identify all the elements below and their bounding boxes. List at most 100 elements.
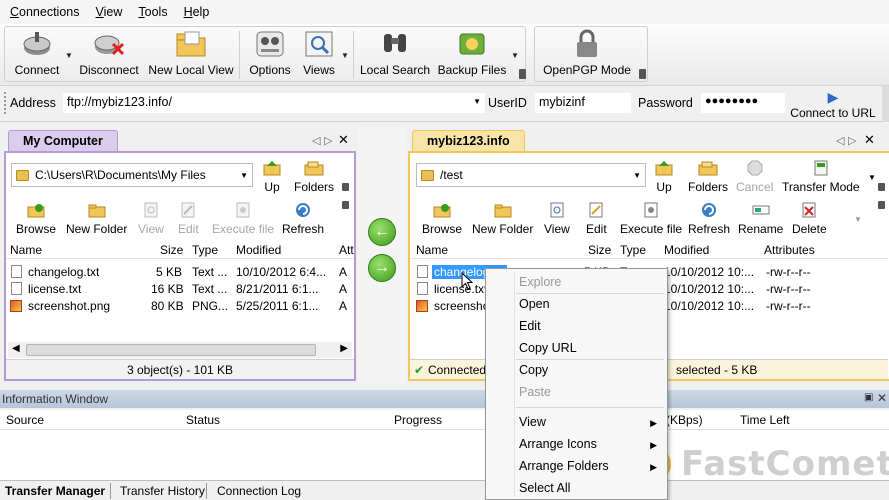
tab-prev-icon[interactable]: ◁ bbox=[312, 134, 320, 147]
download-right-arrow-icon[interactable]: → bbox=[368, 254, 396, 282]
path-dropdown-icon[interactable]: ▼ bbox=[240, 171, 248, 180]
column-time-left[interactable]: Time Left bbox=[740, 413, 790, 427]
toolbar-grip-icon[interactable] bbox=[639, 69, 646, 79]
menu-item-arrange-folders[interactable]: Arrange Folders bbox=[519, 459, 609, 473]
path-dropdown-icon[interactable]: ▼ bbox=[633, 171, 641, 180]
column-progress[interactable]: Progress bbox=[394, 413, 442, 427]
table-row[interactable]: changelog.txt 5 KB Text ... 10/10/2012 6… bbox=[6, 263, 354, 280]
address-input[interactable]: ftp://mybiz123.info/ ▼ bbox=[62, 92, 486, 114]
folders-button[interactable]: Folders bbox=[688, 159, 728, 194]
upload-left-arrow-icon[interactable]: ← bbox=[368, 218, 396, 246]
views-button[interactable]: Views bbox=[299, 27, 339, 83]
column-modified[interactable]: Modified bbox=[664, 243, 709, 257]
tab-my-computer[interactable]: My Computer bbox=[8, 130, 118, 152]
remote-path-combo[interactable]: /test ▼ bbox=[416, 163, 646, 187]
menu-tools[interactable]: Tools bbox=[138, 5, 167, 19]
local-search-button[interactable]: Local Search bbox=[359, 27, 431, 83]
column-attributes[interactable]: Att bbox=[339, 243, 354, 257]
tab-prev-icon[interactable]: ◁ bbox=[836, 134, 844, 147]
new-folder-button[interactable]: New Folder bbox=[472, 201, 533, 236]
edit-button[interactable]: Edit bbox=[586, 201, 607, 236]
tab-next-icon[interactable]: ▷ bbox=[848, 134, 856, 147]
new-folder-button[interactable]: New Folder bbox=[66, 201, 127, 236]
panel-grip-icon[interactable] bbox=[342, 183, 349, 191]
execute-file-button[interactable]: Execute file bbox=[212, 201, 274, 236]
column-name[interactable]: Name bbox=[10, 243, 42, 257]
tab-connection-log[interactable]: Connection Log bbox=[217, 484, 301, 498]
menu-item-arrange-icons[interactable]: Arrange Icons bbox=[519, 437, 597, 451]
rename-button[interactable]: Rename bbox=[738, 201, 783, 236]
menu-item-edit[interactable]: Edit bbox=[519, 319, 541, 333]
options-button[interactable]: Options bbox=[245, 27, 295, 83]
connect-button[interactable]: Connect bbox=[9, 27, 65, 83]
scroll-left-icon[interactable]: ◀ bbox=[12, 343, 20, 354]
tab-next-icon[interactable]: ▷ bbox=[324, 134, 332, 147]
delete-button[interactable]: Delete bbox=[792, 201, 827, 236]
column-type[interactable]: Type bbox=[192, 243, 218, 257]
openpgp-mode-button[interactable]: OpenPGP Mode bbox=[541, 27, 633, 83]
column-speed[interactable]: (KBps) bbox=[666, 413, 703, 427]
password-input[interactable]: ●●●●●●●● bbox=[700, 92, 786, 114]
backup-dropdown-icon[interactable]: ▼ bbox=[511, 51, 519, 60]
view-button[interactable]: View bbox=[544, 201, 570, 236]
close-icon[interactable]: ✕ bbox=[877, 391, 887, 405]
column-status[interactable]: Status bbox=[186, 413, 220, 427]
menu-item-copy[interactable]: Copy bbox=[519, 363, 548, 377]
column-attributes[interactable]: Attributes bbox=[764, 243, 815, 257]
menu-item-select-all[interactable]: Select All bbox=[519, 481, 570, 495]
browse-button[interactable]: Browse bbox=[422, 201, 462, 236]
column-size[interactable]: Size bbox=[160, 243, 183, 257]
menu-help[interactable]: Help bbox=[184, 5, 210, 19]
scroll-right-icon[interactable]: ▶ bbox=[340, 343, 348, 354]
panel-grip-icon[interactable] bbox=[342, 201, 349, 209]
tab-transfer-history[interactable]: Transfer History bbox=[120, 484, 205, 498]
text-file-icon bbox=[417, 282, 428, 295]
menu-item-copy-url[interactable]: Copy URL bbox=[519, 341, 577, 355]
menu-item-open[interactable]: Open bbox=[519, 297, 550, 311]
toolbar-dropdown-icon[interactable]: ▼ bbox=[854, 215, 862, 224]
address-dropdown-icon[interactable]: ▼ bbox=[473, 97, 481, 106]
menu-item-paste[interactable]: Paste bbox=[519, 385, 551, 399]
column-source[interactable]: Source bbox=[6, 413, 44, 427]
disconnect-button[interactable]: Disconnect bbox=[77, 27, 141, 83]
connect-to-url-button[interactable]: ▶ Connect to URL bbox=[788, 84, 878, 122]
undock-icon[interactable]: ▣ bbox=[864, 392, 873, 403]
menu-view[interactable]: View bbox=[96, 5, 123, 19]
transfer-mode-button[interactable]: Transfer Mode bbox=[782, 159, 860, 194]
transfer-mode-dropdown-icon[interactable]: ▼ bbox=[868, 173, 876, 182]
tab-close-icon[interactable]: ✕ bbox=[338, 132, 349, 148]
folders-button[interactable]: Folders bbox=[294, 159, 334, 194]
menu-item-view[interactable]: View bbox=[519, 415, 546, 429]
refresh-button[interactable]: Refresh bbox=[688, 201, 730, 236]
up-button[interactable]: Up bbox=[262, 159, 282, 194]
menu-item-explore[interactable]: Explore bbox=[519, 275, 561, 289]
column-modified[interactable]: Modified bbox=[236, 243, 281, 257]
local-hscrollbar[interactable]: ◀ ▶ bbox=[8, 342, 352, 358]
edit-button[interactable]: Edit bbox=[178, 201, 199, 236]
column-name[interactable]: Name bbox=[416, 243, 448, 257]
panel-grip-icon[interactable] bbox=[878, 183, 885, 191]
cancel-button[interactable]: Cancel bbox=[736, 159, 773, 194]
column-size[interactable]: Size bbox=[588, 243, 611, 257]
tab-remote-site[interactable]: mybiz123.info bbox=[412, 130, 525, 152]
refresh-button[interactable]: Refresh bbox=[282, 201, 324, 236]
connect-dropdown-icon[interactable]: ▼ bbox=[65, 51, 73, 60]
userid-input[interactable]: mybizinf bbox=[534, 92, 632, 114]
execute-file-button[interactable]: Execute file bbox=[620, 201, 682, 236]
view-button[interactable]: View bbox=[138, 201, 164, 236]
toolbar-grip-icon[interactable] bbox=[519, 69, 526, 79]
tab-close-icon[interactable]: ✕ bbox=[864, 132, 875, 148]
panel-grip-icon[interactable] bbox=[878, 201, 885, 209]
tab-transfer-manager[interactable]: Transfer Manager bbox=[5, 484, 105, 498]
browse-button[interactable]: Browse bbox=[16, 201, 56, 236]
new-local-view-button[interactable]: New Local View bbox=[147, 27, 235, 83]
table-row[interactable]: screenshot.png 80 KB PNG... 5/25/2011 6:… bbox=[6, 297, 354, 314]
views-dropdown-icon[interactable]: ▼ bbox=[341, 51, 349, 60]
local-path-combo[interactable]: C:\Users\R\Documents\My Files ▼ bbox=[11, 163, 253, 187]
scroll-thumb[interactable] bbox=[26, 344, 316, 356]
table-row[interactable]: license.txt 16 KB Text ... 8/21/2011 6:1… bbox=[6, 280, 354, 297]
backup-files-button[interactable]: Backup Files bbox=[435, 27, 509, 83]
up-button[interactable]: Up bbox=[654, 159, 674, 194]
menu-connections[interactable]: Connections bbox=[10, 5, 80, 19]
column-type[interactable]: Type bbox=[620, 243, 646, 257]
